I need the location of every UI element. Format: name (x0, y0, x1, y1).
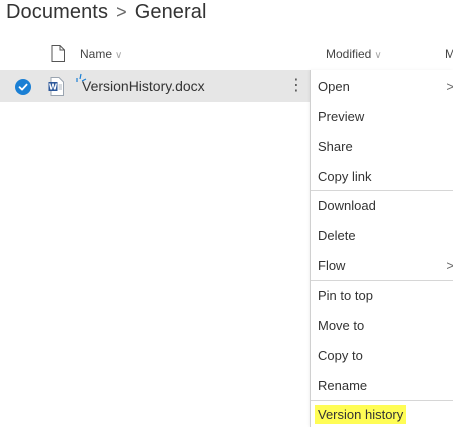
column-header-row: Name ∨ Modified ∨ M (0, 38, 453, 68)
menu-item-label: Copy link (318, 169, 372, 184)
chevron-right-icon: > (446, 258, 453, 273)
menu-item-pin-to-top[interactable]: Pin to top (311, 281, 453, 311)
menu-item-label: Preview (318, 109, 365, 124)
row-select-checkbox[interactable] (15, 79, 31, 95)
chevron-right-icon: > (446, 79, 453, 94)
column-header-truncated[interactable]: M (445, 47, 453, 61)
file-type-icon[interactable] (51, 45, 65, 62)
chevron-down-icon: ∨ (374, 50, 382, 61)
context-menu: Open > Preview Share Copy link Download … (310, 70, 453, 427)
file-row[interactable]: W VersionHistory.docx ⋮ (0, 70, 310, 102)
column-header-modified-label: Modified (326, 47, 372, 61)
menu-item-label: Flow (318, 258, 346, 273)
menu-item-label: Delete (318, 228, 356, 243)
menu-item-copy-link[interactable]: Copy link (311, 162, 453, 192)
menu-item-label: Pin to top (318, 288, 373, 303)
menu-item-preview[interactable]: Preview (311, 102, 453, 132)
menu-item-label: Move to (318, 318, 365, 333)
menu-item-move-to[interactable]: Move to (311, 311, 453, 341)
menu-item-flow[interactable]: Flow > (311, 251, 453, 281)
menu-item-open[interactable]: Open > (311, 72, 453, 102)
breadcrumb-separator: > (116, 2, 127, 22)
menu-item-copy-to[interactable]: Copy to (311, 341, 453, 371)
menu-item-label: Share (318, 139, 353, 154)
svg-text:W: W (49, 82, 58, 91)
more-actions-button[interactable]: ⋮ (288, 76, 304, 96)
chevron-down-icon: ∨ (115, 50, 123, 61)
menu-item-label: Download (318, 198, 376, 213)
column-header-modified[interactable]: Modified ∨ (326, 47, 382, 61)
menu-item-delete[interactable]: Delete (311, 221, 453, 251)
menu-item-share[interactable]: Share (311, 132, 453, 162)
menu-item-label: Rename (318, 378, 368, 393)
document-library-view: Documents > General Name ∨ Modified ∨ M W (0, 0, 453, 427)
menu-item-label: Copy to (318, 348, 363, 363)
column-header-name-label: Name (80, 47, 113, 61)
file-name-link[interactable]: VersionHistory.docx (82, 78, 205, 94)
menu-item-rename[interactable]: Rename (311, 371, 453, 401)
word-doc-icon: W (48, 77, 64, 96)
checkmark-icon (18, 83, 28, 91)
breadcrumb: Documents > General (6, 1, 207, 24)
menu-item-label: Version history (315, 405, 407, 424)
menu-item-label: Open (318, 79, 350, 94)
breadcrumb-general[interactable]: General (135, 1, 207, 23)
menu-item-version-history[interactable]: Version history (311, 400, 453, 427)
column-header-name[interactable]: Name ∨ (80, 47, 122, 61)
menu-item-download[interactable]: Download (311, 191, 453, 221)
breadcrumb-documents[interactable]: Documents (6, 1, 108, 23)
